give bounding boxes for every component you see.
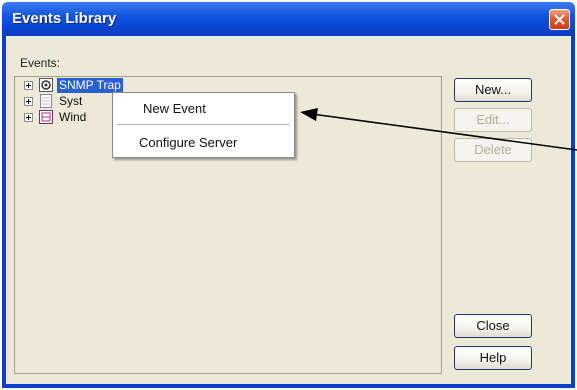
expand-icon[interactable] (24, 113, 33, 122)
title-bar[interactable]: Events Library (2, 2, 575, 36)
close-window-button[interactable] (549, 9, 570, 30)
window-title: Events Library (12, 10, 117, 27)
dialog-client-area: Events: SNMP Trap Syst Wind New Event Co… (6, 36, 571, 384)
close-button[interactable]: Close (454, 314, 532, 338)
tree-item-label: SNMP Trap (57, 78, 123, 93)
delete-button[interactable]: Delete (454, 138, 532, 162)
expand-icon[interactable] (24, 97, 33, 106)
new-button[interactable]: New... (454, 78, 532, 102)
screenshot-stage: Events Library Events: SNMP Trap Syst Wi… (0, 0, 577, 390)
windows-log-icon (39, 110, 53, 124)
system-log-icon (39, 94, 53, 108)
context-menu: New Event Configure Server (112, 92, 295, 158)
menu-separator (117, 124, 290, 125)
menu-item-label: New Event (143, 101, 206, 116)
expand-icon[interactable] (24, 81, 33, 90)
menu-item-configure-server[interactable]: Configure Server (113, 131, 294, 155)
tree-item-label: Syst (59, 94, 83, 108)
menu-item-label: Configure Server (139, 135, 238, 150)
menu-item-new-event[interactable]: New Event (113, 97, 294, 121)
help-button[interactable]: Help (454, 346, 532, 370)
edit-button[interactable]: Edit... (454, 108, 532, 132)
snmp-trap-icon (39, 78, 53, 92)
tree-item-label: Wind (59, 110, 87, 124)
events-label: Events: (20, 56, 61, 70)
events-library-dialog: Events Library Events: SNMP Trap Syst Wi… (2, 2, 575, 388)
